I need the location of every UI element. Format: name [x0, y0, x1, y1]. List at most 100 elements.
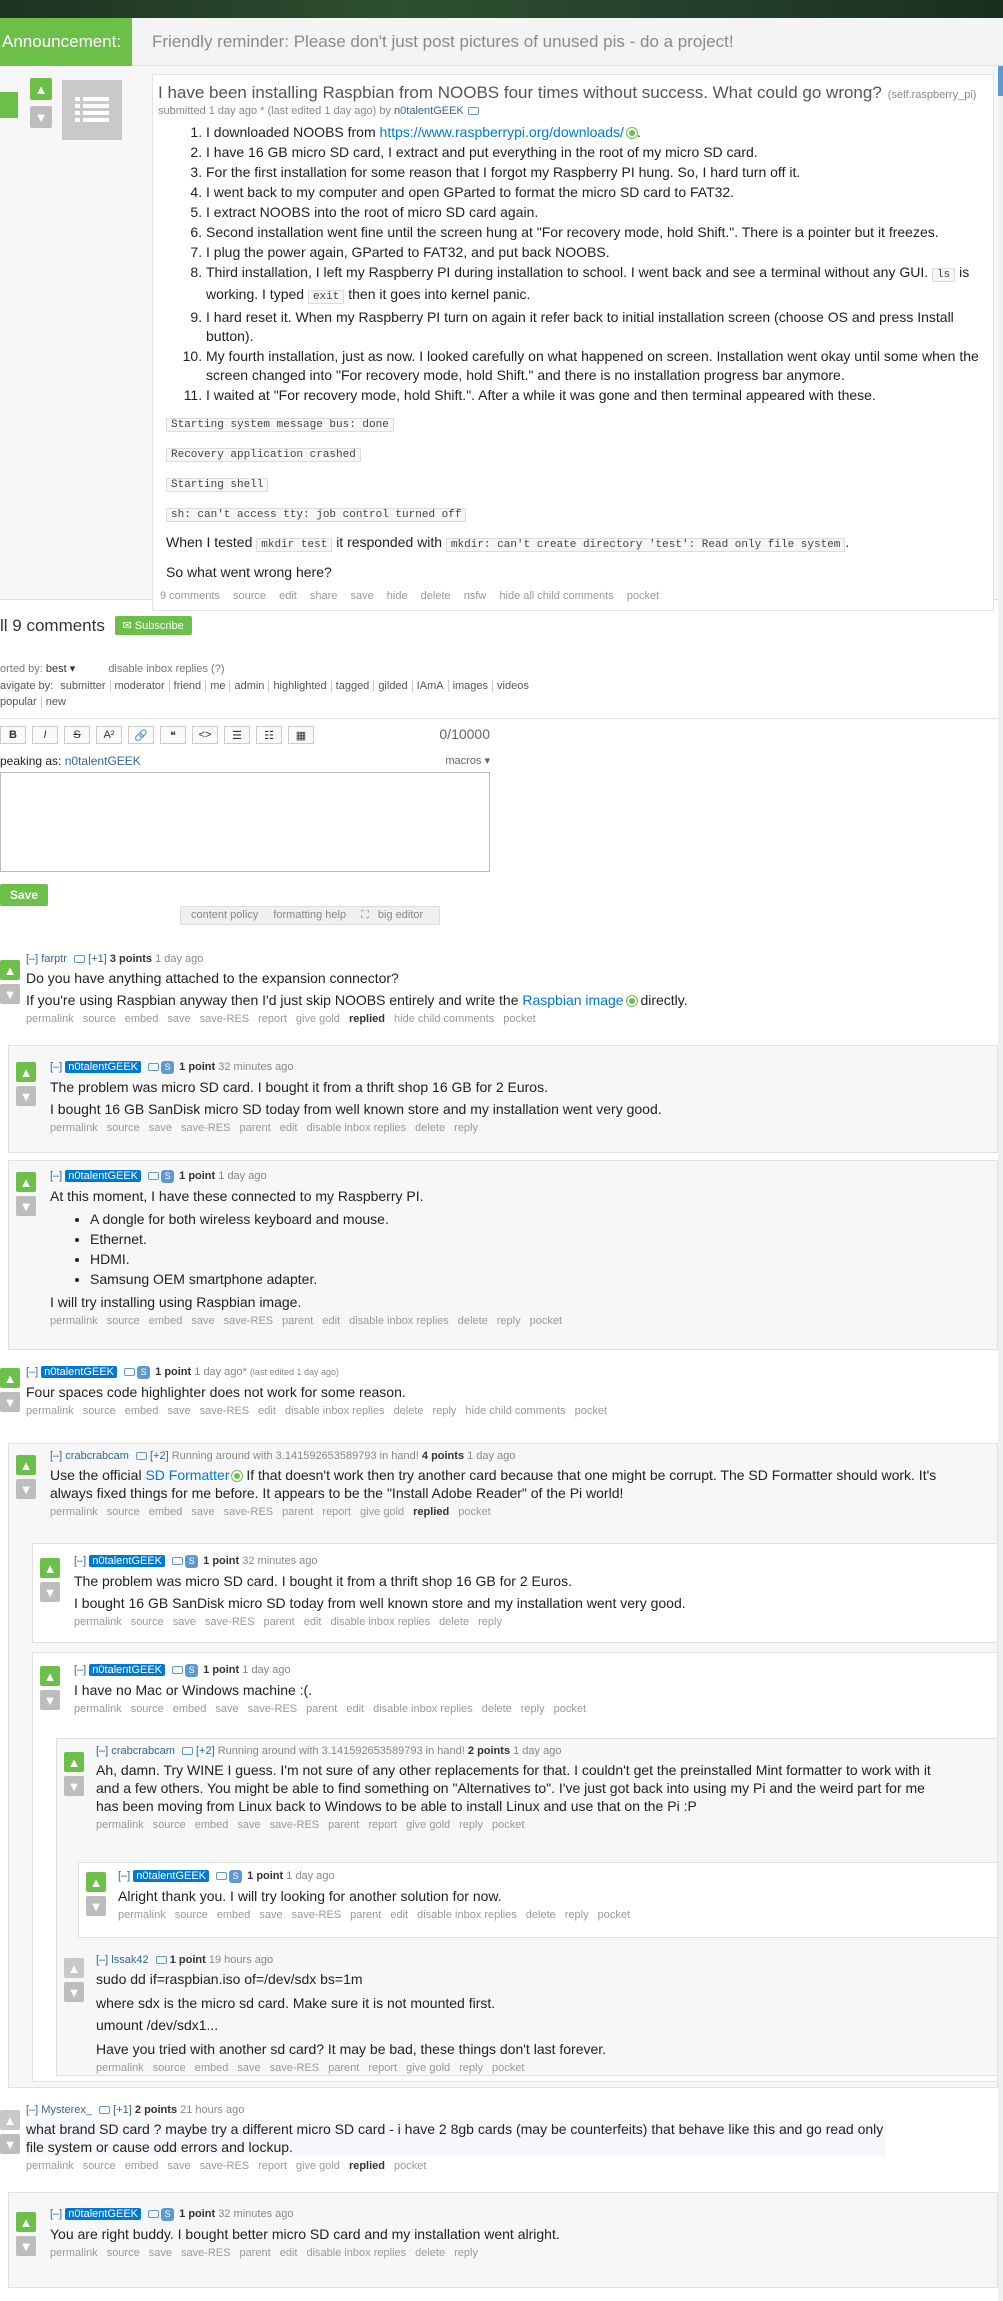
comment-textarea[interactable] [0, 772, 490, 872]
user-tag-icon[interactable] [467, 107, 479, 116]
external-link-icon[interactable] [626, 128, 637, 139]
comment-author[interactable]: crabcrabcam [111, 1745, 175, 1757]
post-title[interactable]: I have been installing Raspbian from NOO… [158, 83, 882, 102]
big-editor-button[interactable]: ⛶ big editor [361, 909, 429, 921]
code-block-line: Starting system message bus: done [166, 418, 394, 432]
nav-submitter[interactable]: submitter [60, 680, 111, 692]
disable-inbox-replies-link[interactable]: disable inbox replies (?) [108, 663, 224, 675]
nav-new[interactable]: new [46, 696, 70, 708]
self-post-thumbnail-icon[interactable] [62, 80, 122, 140]
comment-author[interactable]: farptr [41, 953, 67, 965]
external-link-icon[interactable] [626, 996, 637, 1007]
comment-author[interactable]: n0talentGEEK [133, 1870, 210, 1882]
res-tag-icon: S [161, 1061, 175, 1074]
comment-author[interactable]: Mysterex_ [41, 2104, 92, 2116]
nav-images[interactable]: images [452, 680, 494, 692]
upvote-icon[interactable]: ▲ [16, 2212, 36, 2232]
scroll-thumb[interactable] [998, 66, 1003, 96]
comment-author[interactable]: n0talentGEEK [41, 1366, 118, 1378]
comment-author[interactable]: n0talentGEEK [89, 1555, 166, 1567]
code-icon[interactable]: <> [192, 726, 218, 744]
downvote-icon[interactable]: ▼ [86, 1896, 106, 1916]
edit-button[interactable]: edit [279, 590, 297, 602]
announcement-message[interactable]: Friendly reminder: Please don't just pos… [152, 18, 734, 66]
external-link-icon[interactable] [232, 1471, 243, 1482]
upvote-icon[interactable]: ▲ [30, 78, 52, 100]
nav-gilded[interactable]: gilded [378, 680, 413, 692]
nav-me[interactable]: me [210, 680, 231, 692]
pocket-button[interactable]: pocket [627, 590, 659, 602]
upvote-icon[interactable]: ▲ [16, 1062, 36, 1082]
nsfw-button[interactable]: nsfw [464, 590, 487, 602]
comments-link[interactable]: 9 comments [160, 590, 220, 602]
downvote-icon[interactable]: ▼ [30, 106, 52, 128]
source-button[interactable]: source [233, 590, 266, 602]
share-button[interactable]: share [310, 590, 338, 602]
collapse-toggle[interactable]: [–] [26, 953, 38, 965]
quote-icon[interactable]: ❝ [160, 726, 186, 744]
numbered-list-icon[interactable]: ☷ [256, 726, 282, 744]
upvote-icon[interactable]: ▲ [40, 1558, 60, 1578]
upvote-icon[interactable]: ▲ [64, 1958, 84, 1978]
post-author[interactable]: n0talentGEEK [394, 105, 464, 117]
upvote-icon[interactable]: ▲ [16, 1172, 36, 1192]
hide-button[interactable]: hide [387, 590, 408, 602]
bullet-list-icon[interactable]: ☰ [224, 726, 250, 744]
save-button[interactable]: save [350, 590, 373, 602]
comment-author[interactable]: n0talentGEEK [65, 1061, 142, 1073]
sort-dropdown[interactable]: best ▾ [46, 663, 75, 675]
downvote-icon[interactable]: ▼ [16, 1479, 36, 1499]
downvote-icon[interactable]: ▼ [64, 1776, 84, 1796]
nav-moderator[interactable]: moderator [114, 680, 170, 692]
speaking-user[interactable]: n0talentGEEK [65, 754, 141, 768]
upvote-icon[interactable]: ▲ [0, 960, 20, 980]
downloads-link[interactable]: https://www.raspberrypi.org/downloads/ [380, 124, 624, 140]
formatting-help-link[interactable]: formatting help [273, 909, 346, 921]
nav-videos[interactable]: videos [497, 680, 533, 692]
post-domain[interactable]: (self.raspberry_pi) [888, 89, 977, 101]
macros-dropdown[interactable]: macros ▾ [445, 754, 490, 768]
comment-author[interactable]: n0talentGEEK [65, 1170, 142, 1182]
link-icon[interactable]: 🔗 [128, 726, 154, 744]
save-comment-button[interactable]: Save [0, 884, 49, 906]
comment-author[interactable]: lssak42 [111, 1954, 148, 1966]
comment-author[interactable]: n0talentGEEK [65, 2208, 142, 2220]
downvote-icon[interactable]: ▼ [16, 2236, 36, 2256]
raspbian-image-link[interactable]: Raspbian image [522, 992, 623, 1008]
downvote-icon[interactable]: ▼ [0, 2134, 20, 2154]
downvote-icon[interactable]: ▼ [64, 1982, 84, 2002]
nav-iama[interactable]: IAmA [416, 680, 449, 692]
nav-admin[interactable]: admin [234, 680, 270, 692]
italic-icon[interactable]: I [32, 726, 58, 744]
upvote-icon[interactable]: ▲ [0, 2110, 20, 2130]
delete-button[interactable]: delete [421, 590, 451, 602]
strikethrough-icon[interactable]: S [64, 726, 90, 744]
announcement-bar[interactable]: Announcement: Friendly reminder: Please … [0, 18, 1003, 66]
comment-author[interactable]: n0talentGEEK [89, 1664, 166, 1676]
sd-formatter-link[interactable]: SD Formatter [145, 1467, 229, 1483]
superscript-icon[interactable]: A² [96, 726, 122, 744]
nav-popular[interactable]: popular [0, 696, 42, 708]
upvote-icon[interactable]: ▲ [86, 1872, 106, 1892]
content-policy-link[interactable]: content policy [191, 909, 258, 921]
downvote-icon[interactable]: ▼ [40, 1690, 60, 1710]
downvote-icon[interactable]: ▼ [0, 984, 20, 1004]
subscribe-button[interactable]: ✉ Subscribe [114, 616, 192, 635]
comment-text: Four spaces code highlighter does not wo… [26, 1384, 406, 1400]
nav-tagged[interactable]: tagged [335, 680, 375, 692]
right-scrollbar[interactable] [998, 66, 1003, 2301]
hide-child-comments-button[interactable]: hide all child comments [499, 590, 613, 602]
nav-friend[interactable]: friend [173, 680, 207, 692]
upvote-icon[interactable]: ▲ [16, 1455, 36, 1475]
downvote-icon[interactable]: ▼ [0, 1392, 20, 1412]
downvote-icon[interactable]: ▼ [40, 1582, 60, 1602]
table-icon[interactable]: ▦ [288, 726, 314, 744]
upvote-icon[interactable]: ▲ [64, 1752, 84, 1772]
downvote-icon[interactable]: ▼ [16, 1086, 36, 1106]
downvote-icon[interactable]: ▼ [16, 1196, 36, 1216]
nav-highlighted[interactable]: highlighted [273, 680, 332, 692]
bold-icon[interactable]: B [0, 726, 26, 744]
upvote-icon[interactable]: ▲ [40, 1666, 60, 1686]
upvote-icon[interactable]: ▲ [0, 1368, 20, 1388]
comment-author[interactable]: crabcrabcam [65, 1450, 129, 1462]
